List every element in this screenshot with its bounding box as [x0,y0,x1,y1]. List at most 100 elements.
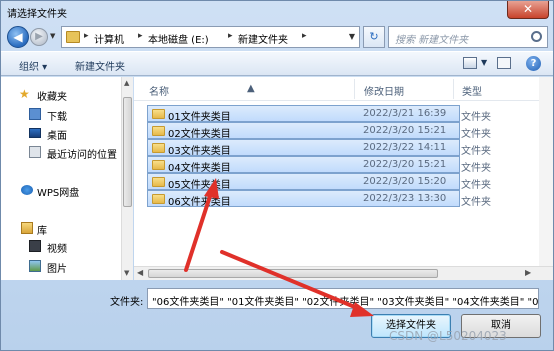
sidebar-item-videos[interactable]: 视频 [1,237,119,255]
sidebar-item-libraries[interactable]: 库 [1,219,119,237]
address-row: ◀ ▶ ▼ ▸ 计算机 ▸ 本地磁盘 (E:) ▸ 新建文件夹 ▸ ▼ ↻ 搜索… [1,23,553,51]
recent-pages-dropdown-icon[interactable]: ▼ [50,32,55,40]
folder-picker-dialog: 请选择文件夹 ✕ ◀ ▶ ▼ ▸ 计算机 ▸ 本地磁盘 (E:) ▸ 新建文件夹… [0,0,554,351]
sidebar-item-desktop[interactable]: 桌面 [1,124,119,142]
sidebar-item-label: 图片 [47,264,67,275]
file-type: 文件夹 [461,112,491,123]
desktop-icon [29,128,41,138]
library-icon [21,222,33,234]
column-header-date[interactable]: 修改日期 [364,83,404,98]
address-bar[interactable]: ▸ 计算机 ▸ 本地磁盘 (E:) ▸ 新建文件夹 ▸ ▼ [61,26,360,48]
forward-button[interactable]: ▶ [30,28,48,46]
breadcrumb-separator[interactable]: ▸ [84,31,89,41]
scrollbar-thumb[interactable] [148,269,438,278]
file-date: 2022/3/20 15:21 [363,159,447,170]
file-name: 04文件夹类目 [168,163,231,174]
sidebar-item-pictures[interactable]: 图片 [1,257,119,275]
folder-icon [152,126,165,136]
folder-icon [152,177,165,187]
sidebar-item-downloads[interactable]: 下载 [1,105,119,123]
file-list-vertical-scroll[interactable] [539,77,553,266]
download-folder-icon [29,108,41,120]
horizontal-scrollbar[interactable]: ◀ ▶ [134,266,553,280]
command-toolbar: 组织 ▾ 新建文件夹 ▼ ? [1,51,553,76]
title-bar: 请选择文件夹 ✕ [1,1,553,23]
file-row[interactable]: 03文件夹类目 2022/3/22 14:11 文件夹 [147,139,491,157]
view-icon[interactable] [463,57,477,69]
scroll-right-icon[interactable]: ▶ [525,268,531,277]
breadcrumb-separator[interactable]: ▸ [138,31,143,41]
file-type: 文件夹 [461,146,491,157]
folder-name-field[interactable]: "06文件夹类目" "01文件夹类目" "02文件夹类目" "03文件夹类目" … [147,288,539,309]
sidebar-item-label: WPS网盘 [37,188,80,199]
sidebar-item-wps-drive[interactable]: WPS网盘 [1,181,119,199]
sidebar-item-label: 下载 [47,112,67,123]
file-date: 2022/3/20 15:21 [363,125,447,136]
cloud-icon [21,185,33,195]
sidebar-item-label: 视频 [47,244,67,255]
sidebar-item-favorites[interactable]: ★ 收藏夹 [1,85,119,103]
folder-field-label: 文件夹: [110,297,144,308]
dialog-title: 请选择文件夹 [7,9,67,20]
file-name: 03文件夹类目 [168,146,231,157]
breadcrumb-separator[interactable]: ▸ [302,31,307,41]
folder-icon [152,109,165,119]
organize-button[interactable]: 组织 ▾ [19,58,47,73]
sidebar-item-recent[interactable]: 最近访问的位置 [1,143,119,161]
sidebar-item-label: 库 [37,226,47,237]
breadcrumb-drive[interactable]: 本地磁盘 (E:) [148,31,209,46]
file-date: 2022/3/22 14:11 [363,142,447,153]
video-icon [29,240,41,252]
breadcrumb-folder[interactable]: 新建文件夹 [238,31,288,46]
navigation-pane: ★ 收藏夹 下载 桌面 最近访问的位置 WPS网盘 库 视频 图片 [1,77,121,280]
back-button[interactable]: ◀ [7,26,29,48]
sort-ascending-icon: ▲ [247,83,255,94]
scrollbar-thumb[interactable] [123,97,132,207]
folder-icon [152,194,165,204]
column-header-name[interactable]: 名称 [149,83,169,98]
file-type: 文件夹 [461,197,491,208]
help-icon[interactable]: ? [526,56,541,71]
breadcrumb-separator[interactable]: ▸ [228,31,233,41]
recent-places-icon [29,146,41,158]
search-icon[interactable] [531,31,542,42]
column-header-row: ▲ 名称 修改日期 类型 [134,77,539,101]
watermark-text: CSDN @L50204023 [389,329,507,343]
refresh-button[interactable]: ↻ [363,26,385,48]
file-row[interactable]: 04文件夹类目 2022/3/20 15:21 文件夹 [147,156,491,174]
file-type: 文件夹 [461,180,491,191]
sidebar-item-label: 最近访问的位置 [47,150,117,161]
file-type: 文件夹 [461,163,491,174]
file-row[interactable]: 02文件夹类目 2022/3/20 15:21 文件夹 [147,122,491,140]
folder-icon [66,31,80,43]
file-date: 2022/3/21 16:39 [363,108,447,119]
file-type: 文件夹 [461,129,491,140]
file-row[interactable]: 06文件夹类目 2022/3/23 13:30 文件夹 [147,190,491,208]
preview-pane-icon[interactable] [497,57,511,69]
scroll-down-icon[interactable]: ▼ [124,269,129,277]
column-divider[interactable] [354,79,355,99]
search-input[interactable]: 搜索 新建文件夹 [388,26,548,48]
file-name: 01文件夹类目 [168,112,231,123]
sidebar-item-label: 桌面 [47,131,67,142]
view-dropdown-icon[interactable]: ▼ [481,58,487,67]
file-row[interactable]: 05文件夹类目 2022/3/20 15:20 文件夹 [147,173,491,191]
file-name: 06文件夹类目 [168,197,231,208]
navigation-scrollbar[interactable]: ▲ ▼ [121,77,133,280]
star-icon: ★ [19,87,30,101]
file-name: 05文件夹类目 [168,180,231,191]
file-date: 2022/3/20 15:20 [363,176,447,187]
file-row[interactable]: 01文件夹类目 2022/3/21 16:39 文件夹 [147,105,491,123]
folder-name-value: "06文件夹类目" "01文件夹类目" "02文件夹类目" "03文件夹类目" … [152,297,539,308]
breadcrumb-computer[interactable]: 计算机 [94,31,124,46]
file-list-pane: ▲ 名称 修改日期 类型 01文件夹类目 2022/3/21 16:39 文件夹… [134,77,553,280]
column-header-type[interactable]: 类型 [462,83,482,98]
column-divider[interactable] [453,79,454,99]
folder-icon [152,160,165,170]
new-folder-button[interactable]: 新建文件夹 [75,58,125,73]
pictures-icon [29,260,41,272]
address-dropdown-icon[interactable]: ▼ [349,32,355,41]
scroll-left-icon[interactable]: ◀ [137,268,143,277]
close-button[interactable]: ✕ [507,1,549,19]
scroll-up-icon[interactable]: ▲ [124,79,129,87]
